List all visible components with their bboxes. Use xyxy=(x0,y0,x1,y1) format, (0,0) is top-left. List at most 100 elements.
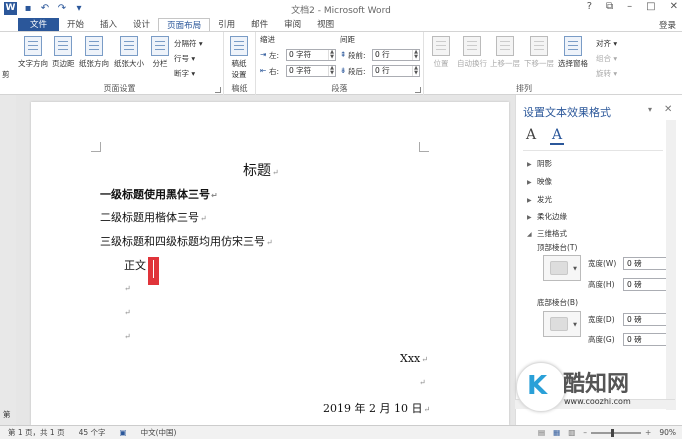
zoom-level[interactable]: 90% xyxy=(659,428,676,437)
bottom-height-label: 高度(G) xyxy=(588,335,615,344)
doc-date[interactable]: 2019 年 2 月 10 日↵ xyxy=(323,400,430,416)
section-soft-edges[interactable]: ▶ 柔化边缘 xyxy=(527,211,567,222)
crop-mark-top-right xyxy=(419,142,429,152)
print-layout-icon[interactable]: ▦ xyxy=(553,428,560,437)
tab-references[interactable]: 引用 xyxy=(210,18,243,32)
watermark-url: www.coozhi.com xyxy=(564,397,631,406)
bottom-height-input[interactable]: 0 磅 xyxy=(623,333,668,346)
spacing-before-input[interactable]: 0 行 ▲ ▼ xyxy=(372,49,420,61)
tab-page-layout[interactable]: 页面布局 xyxy=(158,18,211,32)
size-icon xyxy=(120,36,138,56)
spinner-arrows-icon[interactable]: ▲ ▼ xyxy=(328,50,335,60)
pane-options-icon[interactable]: ▾ xyxy=(648,105,652,114)
wrap-text-button[interactable]: 自动换行 xyxy=(457,36,487,69)
section-reflection[interactable]: ▶ 映像 xyxy=(527,176,552,187)
text-fill-outline-icon[interactable]: A xyxy=(526,127,536,143)
document-page[interactable]: 标题↵ 一级标题使用黑体三号↵ 二级标题用楷体三号↵ 三级标题和四级标题均用仿宋… xyxy=(31,102,509,425)
maximize-button[interactable]: □ xyxy=(646,1,655,12)
proofing-icon[interactable]: ▣ xyxy=(120,428,127,437)
minimize-button[interactable]: – xyxy=(627,1,632,12)
page-count-status[interactable]: 第 1 页，共 1 页 xyxy=(8,427,65,438)
orientation-button[interactable]: 纸张方向 xyxy=(79,36,109,69)
section-shadow[interactable]: ▶ 阴影 xyxy=(527,158,552,169)
manuscript-icon xyxy=(230,36,248,56)
tab-file[interactable]: 文件 xyxy=(18,18,60,32)
zoom-slider-thumb[interactable] xyxy=(611,428,615,437)
tab-design[interactable]: 设计 xyxy=(125,18,158,32)
margins-icon xyxy=(54,36,73,56)
spacing-before-label: 段前: xyxy=(348,51,366,60)
doc-body-text[interactable]: 正文 xyxy=(124,257,146,273)
watermark-brand: 酷知网 xyxy=(563,372,630,397)
spacing-after-input[interactable]: 0 行 ▲ ▼ xyxy=(372,65,420,77)
read-mode-icon[interactable]: ▤ xyxy=(538,428,545,437)
rotate-button[interactable]: 旋转 ▾ xyxy=(596,68,617,79)
position-button[interactable]: 位置 xyxy=(432,36,450,69)
section-3d-format[interactable]: ◢ 三维格式 xyxy=(527,228,567,239)
doc-title[interactable]: 标题↵ xyxy=(243,160,279,180)
tab-view[interactable]: 视图 xyxy=(309,18,342,32)
language-status[interactable]: 中文(中国) xyxy=(141,427,177,438)
bring-forward-button[interactable]: 上移一层 xyxy=(490,36,520,69)
zoom-in-icon[interactable]: + xyxy=(645,428,651,437)
close-button[interactable]: ✕ xyxy=(670,1,678,12)
align-button[interactable]: 对齐 ▾ xyxy=(596,38,617,49)
doc-heading-1[interactable]: 一级标题使用黑体三号↵ xyxy=(100,186,218,202)
empty-paragraph[interactable]: ↵ xyxy=(124,284,131,293)
top-bevel-picker[interactable]: ▼ xyxy=(543,255,581,281)
margins-button[interactable]: 页边距 xyxy=(52,36,75,69)
breaks-button[interactable]: 分隔符 ▾ xyxy=(174,38,203,49)
zoom-slider[interactable] xyxy=(591,428,642,437)
section-glow[interactable]: ▶ 发光 xyxy=(527,194,552,205)
tab-review[interactable]: 审阅 xyxy=(276,18,309,32)
empty-paragraph[interactable]: ↵ xyxy=(419,378,426,387)
paragraph-launcher-icon[interactable] xyxy=(415,87,421,93)
collapse-arrow-icon: ◢ xyxy=(527,231,532,238)
empty-paragraph[interactable]: ↵ xyxy=(124,332,131,341)
bottom-width-label: 宽度(D) xyxy=(588,315,615,324)
word-count-status[interactable]: 45 个字 xyxy=(79,427,106,438)
spinner-arrows-icon[interactable]: ▲ ▼ xyxy=(328,66,335,76)
doc-heading-3[interactable]: 三级标题和四级标题均用仿宋三号↵ xyxy=(100,233,273,249)
spinner-arrows-icon[interactable]: ▲ ▼ xyxy=(412,66,419,76)
spacing-after-icon: ⇟ xyxy=(340,66,347,75)
ribbon-display-button[interactable]: ⧉ xyxy=(606,1,613,12)
web-layout-icon[interactable]: ▥ xyxy=(568,428,575,437)
tab-mailings[interactable]: 邮件 xyxy=(243,18,276,32)
bottom-bevel-label: 底部棱台(B) xyxy=(537,298,578,307)
indent-right-icon: ⇤ xyxy=(260,66,267,75)
empty-paragraph[interactable]: ↵ xyxy=(124,308,131,317)
indent-right-label: 右: xyxy=(269,67,280,76)
bottom-width-input[interactable]: 0 磅 xyxy=(623,313,668,326)
page-setup-launcher-icon[interactable] xyxy=(215,87,221,93)
indent-left-label: 左: xyxy=(269,51,280,60)
help-button[interactable]: ? xyxy=(587,1,592,12)
manuscript-settings-button[interactable]: 稿纸 设置 xyxy=(230,36,248,80)
text-direction-icon xyxy=(24,36,42,56)
columns-button[interactable]: 分栏 xyxy=(151,36,169,69)
size-button[interactable]: 纸张大小 xyxy=(114,36,144,69)
group-arrange: 位置 自动换行 上移一层 下移一层 选择窗格 对齐 ▾ 组合 ▾ 旋转 ▾ 排列 xyxy=(424,32,682,95)
sign-in-link[interactable]: 登录 xyxy=(659,19,676,31)
top-height-input[interactable]: 0 磅 xyxy=(623,278,668,291)
watermark: K 酷知网 www.coozhi.com xyxy=(508,362,668,414)
spinner-arrows-icon[interactable]: ▲ ▼ xyxy=(412,50,419,60)
text-direction-button[interactable]: 文字方向 xyxy=(18,36,48,69)
hyphenation-button[interactable]: 断字 ▾ xyxy=(174,68,195,79)
indent-right-input[interactable]: 0 字符 ▲ ▼ xyxy=(286,65,336,77)
tab-home[interactable]: 开始 xyxy=(59,18,92,32)
top-width-input[interactable]: 0 磅 xyxy=(623,257,668,270)
pane-close-icon[interactable]: ✕ xyxy=(664,104,672,115)
doc-heading-2[interactable]: 二级标题用楷体三号↵ xyxy=(100,209,207,225)
crop-mark-top-left xyxy=(91,142,101,152)
group-button[interactable]: 组合 ▾ xyxy=(596,53,617,64)
indent-left-input[interactable]: 0 字符 ▲ ▼ xyxy=(286,49,336,61)
doc-signature[interactable]: Xxx↵ xyxy=(400,352,428,365)
zoom-out-icon[interactable]: – xyxy=(583,428,587,437)
line-numbers-button[interactable]: 行号 ▾ xyxy=(174,53,195,64)
tab-insert[interactable]: 插入 xyxy=(92,18,125,32)
selection-pane-button[interactable]: 选择窗格 xyxy=(558,36,588,69)
text-effects-icon[interactable]: A xyxy=(550,127,565,145)
send-backward-button[interactable]: 下移一层 xyxy=(524,36,554,69)
bottom-bevel-picker[interactable]: ▼ xyxy=(543,311,581,337)
